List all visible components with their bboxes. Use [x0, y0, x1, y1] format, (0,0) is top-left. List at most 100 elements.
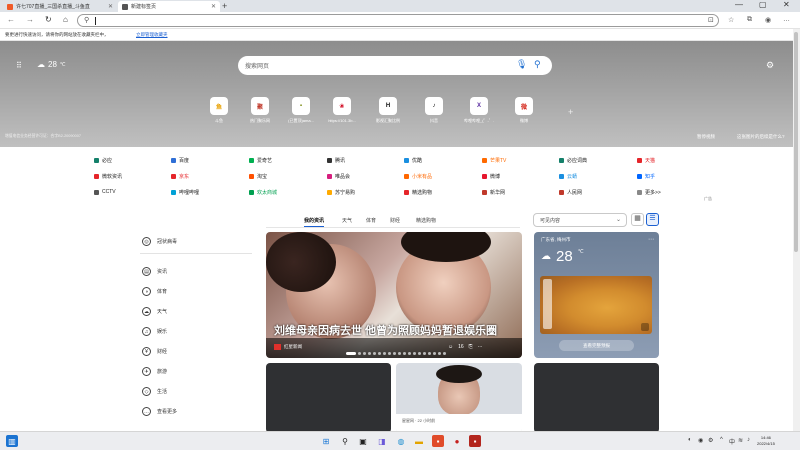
weather-card[interactable]: 广东省, 梅州市 ☁ 28 ℃ ⋯ 查看完整预报: [534, 232, 659, 358]
sidebar-item[interactable]: … 查看更多: [142, 407, 177, 416]
site-link[interactable]: 欢太商城: [249, 189, 277, 196]
quick-link[interactable]: ▪ (已置顶)ama...: [286, 97, 316, 124]
site-link[interactable]: CCTV: [94, 189, 116, 195]
reaction-emoji-icon[interactable]: ☺: [448, 344, 453, 350]
list-view-icon[interactable]: ☰: [646, 213, 659, 226]
quick-link[interactable]: H 影视汇聚比例: [373, 97, 403, 124]
forward-arrow-icon[interactable]: →: [26, 15, 34, 24]
more-icon[interactable]: ⋯: [478, 344, 483, 350]
read-aloud-icon[interactable]: ⊡: [708, 16, 714, 24]
quick-link[interactable]: 聚热门聚乐网: [245, 97, 275, 124]
volume-icon[interactable]: ♪: [747, 437, 750, 443]
collections-icon[interactable]: ⧉: [747, 16, 752, 24]
site-link[interactable]: 优酷: [404, 157, 422, 164]
site-link[interactable]: 苏宁易购: [327, 189, 355, 196]
article-headline[interactable]: 刘维母亲因病去世 他曾为照顾妈妈暂退娱乐圈: [274, 322, 497, 338]
site-link[interactable]: 精选购物: [404, 189, 432, 196]
quick-link[interactable]: ❀ https://101.3b...: [327, 97, 357, 123]
app-icon[interactable]: ●: [451, 435, 463, 447]
site-link[interactable]: 必应: [94, 157, 112, 164]
content-visibility-select[interactable]: 可见内容 ⌄: [533, 213, 627, 227]
expand-icon[interactable]: [641, 323, 649, 331]
feed-tab[interactable]: 精选购物: [416, 217, 436, 224]
site-link[interactable]: 腾讯: [327, 157, 345, 164]
quick-link[interactable]: 微微博: [509, 97, 539, 124]
site-link[interactable]: 人民网: [559, 189, 582, 196]
site-link[interactable]: 新华网: [482, 189, 505, 196]
chevron-up-icon[interactable]: ^: [720, 437, 723, 443]
grid-view-icon[interactable]: ▦: [631, 213, 644, 226]
full-forecast-button[interactable]: 查看完整预报: [559, 340, 634, 351]
feed-tab[interactable]: 天气: [342, 217, 352, 224]
gear-icon[interactable]: ⚙: [766, 60, 774, 71]
refresh-icon[interactable]: ↻: [45, 15, 52, 24]
manage-favorites-link[interactable]: 立即管理收藏夹: [136, 32, 168, 38]
task-view-icon[interactable]: ▣: [357, 435, 369, 447]
search-icon[interactable]: ⚲: [339, 435, 351, 447]
image-info-link[interactable]: 这张图片的后续是什么?: [737, 134, 785, 140]
site-link[interactable]: 百度: [171, 157, 189, 164]
sidebar-item[interactable]: ▤ 资讯: [142, 267, 167, 276]
back-arrow-icon[interactable]: ←: [7, 15, 15, 24]
tray-icon[interactable]: ⚙: [708, 437, 713, 444]
close-icon[interactable]: ✕: [211, 3, 216, 10]
site-link[interactable]: 微博: [482, 173, 500, 180]
feed-tab[interactable]: 财经: [390, 217, 400, 224]
more-menu-icon[interactable]: …: [783, 16, 790, 23]
new-tab-plus-icon[interactable]: +: [222, 1, 227, 11]
weather-widget[interactable]: ☁ 28 ℃: [37, 60, 66, 69]
close-icon[interactable]: ✕: [108, 3, 113, 10]
bookmark-icon[interactable]: ⎘: [469, 344, 473, 350]
site-link[interactable]: 必应词典: [559, 157, 587, 164]
site-link[interactable]: 微软资讯: [94, 173, 122, 180]
address-input[interactable]: ⚲: [77, 14, 719, 27]
sidebar-item[interactable]: ◇ 生活: [142, 387, 167, 396]
site-link[interactable]: 唯品会: [327, 173, 350, 180]
news-card[interactable]: 星星网 · 22 小时前: [396, 363, 522, 433]
tray-icon[interactable]: ◐: [688, 437, 692, 443]
site-link[interactable]: 哔哩哔哩: [171, 189, 199, 196]
start-windows-icon[interactable]: ⊞: [320, 435, 332, 447]
app-grid-icon[interactable]: ⠿: [16, 61, 22, 70]
minimize-icon[interactable]: —: [735, 0, 743, 9]
profile-icon[interactable]: ◉: [765, 16, 771, 24]
weather-map[interactable]: [540, 276, 652, 334]
search-icon[interactable]: ⚲: [534, 59, 541, 70]
widgets-icon[interactable]: ▥: [6, 435, 18, 447]
tab-douyu[interactable]: 许七707直播_三国杀直播_斗鱼直 ✕: [3, 1, 117, 12]
sidebar-item[interactable]: ☁ 天气: [142, 307, 167, 316]
site-link[interactable]: 云蜻: [559, 173, 577, 180]
tab-newtab[interactable]: 新建标签页 ✕: [118, 1, 220, 12]
ime-icon[interactable]: 中: [729, 437, 735, 446]
maximize-icon[interactable]: ▢: [759, 0, 767, 9]
quick-link[interactable]: ♪ 抖音: [419, 97, 449, 124]
news-card[interactable]: [266, 363, 391, 433]
quick-link[interactable]: 鱼斗鱼: [204, 97, 234, 124]
chat-icon[interactable]: ◨: [376, 435, 388, 447]
more-icon[interactable]: ⋯: [648, 236, 654, 243]
site-link[interactable]: 天猫: [637, 157, 655, 164]
site-link[interactable]: 京东: [171, 173, 189, 180]
carousel-dots[interactable]: [346, 352, 446, 355]
site-link[interactable]: 淘宝: [249, 173, 267, 180]
news-card[interactable]: [534, 363, 659, 433]
edge-icon[interactable]: ◍: [395, 435, 407, 447]
add-shortcut-icon[interactable]: +: [568, 107, 573, 117]
sidebar-item[interactable]: ◎ 冠状病毒: [142, 237, 177, 246]
scrollbar-thumb[interactable]: [794, 32, 798, 252]
sidebar-item[interactable]: ♫ 娱乐: [142, 327, 167, 336]
wifi-icon[interactable]: ≋: [738, 437, 743, 444]
microphone-icon[interactable]: 🎙: [516, 59, 527, 70]
site-link[interactable]: 知乎: [637, 173, 655, 180]
file-explorer-icon[interactable]: ▬: [413, 435, 425, 447]
pause-video-link[interactable]: 暂停视频: [697, 134, 715, 140]
site-link[interactable]: 芒果TV: [482, 157, 506, 164]
featured-article[interactable]: 刘维母亲因病去世 他曾为照顾妈妈暂退娱乐圈 红星新闻 ☺ 16 ⎘ ⋯: [266, 232, 522, 358]
tray-icon[interactable]: ◉: [698, 437, 703, 444]
site-link[interactable]: 爱奇艺: [249, 157, 272, 164]
favorites-star-icon[interactable]: ☆: [728, 16, 734, 24]
search-box[interactable]: 搜索网页 🎙 ⚲: [238, 56, 552, 75]
window-close-icon[interactable]: ✕: [783, 0, 790, 9]
app-icon[interactable]: ▪: [469, 435, 481, 447]
sidebar-item[interactable]: ◑ 体育: [142, 287, 167, 296]
